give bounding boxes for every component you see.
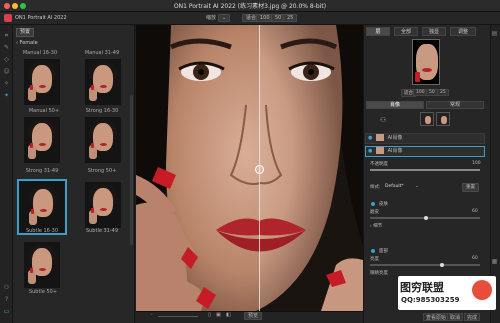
chevron-down-icon[interactable]: ⌄ [415, 184, 419, 189]
skin-toggle-icon[interactable] [371, 202, 375, 206]
smooth-value: 60 [472, 209, 478, 214]
preset-label: Manual 50+ [28, 108, 60, 114]
smooth-label: 磨皮 [370, 210, 379, 215]
watermark-line1: 图穷联盟 [400, 281, 444, 294]
preset-label: Subtle 31-49 [85, 228, 119, 234]
face-thumb[interactable] [436, 112, 450, 126]
reset-button[interactable]: 重置 [462, 183, 479, 192]
layers-icon[interactable]: ▦ [491, 258, 498, 265]
visibility-icon[interactable]: ● [366, 148, 372, 154]
face-brightness-slider[interactable] [370, 263, 480, 267]
panel-toggle-icon[interactable]: ▭ [3, 308, 10, 315]
opacity-value: 100 [472, 161, 481, 166]
cancel-button[interactable]: 取消 [447, 313, 464, 321]
flame-logo-icon [472, 280, 492, 300]
layer-thumbnail [375, 134, 384, 141]
preset-label: Manual 31-49 [84, 50, 120, 56]
face-detect-icon[interactable]: ⚇ [380, 116, 386, 124]
divider-handle[interactable] [255, 165, 264, 174]
preset-label: Subtle 16-30 [25, 228, 59, 234]
zoom-selector[interactable]: ⌄ [218, 14, 231, 22]
detail-expander[interactable]: › 细节 [370, 223, 382, 229]
app-name: ON1 Portrait AI 2022 [15, 15, 67, 21]
style-label: 样式: [370, 185, 381, 190]
compare-icon[interactable]: ▯ [208, 312, 211, 320]
face-brightness-label: 亮度 [370, 257, 379, 262]
face-section-label: 面部 [379, 249, 388, 254]
skin-section-label: 皮肤 [379, 202, 388, 207]
presets-scrollbar[interactable] [130, 95, 133, 245]
tab-layers[interactable]: 层 [366, 27, 390, 36]
preset-label: Subtle 50+ [28, 289, 58, 295]
split-view-icon[interactable]: ◧ [226, 312, 231, 320]
navigator-thumbnail[interactable] [412, 39, 440, 85]
preset-thumbnail[interactable] [24, 117, 60, 163]
tab-all[interactable]: 全部 [394, 27, 418, 36]
eraser-icon[interactable]: ◇ [3, 56, 10, 63]
zoom-25-button[interactable]: 25 [283, 14, 298, 22]
preset-thumbnail[interactable] [85, 182, 121, 228]
preset-thumbnail[interactable] [24, 242, 60, 288]
tab-adjust[interactable]: 调整 [450, 27, 476, 36]
preset-label: Manual 16-30 [22, 50, 58, 56]
preset-thumbnail-selected[interactable] [17, 179, 67, 235]
window-title: ON1 Portrait AI 2022 (练习素材3.jpg @ 20.0% … [173, 3, 327, 10]
brush-icon[interactable]: ✎ [3, 44, 10, 51]
visibility-icon[interactable]: ● [366, 135, 372, 141]
layer-label: AI肖像 [387, 135, 403, 141]
portrait-image [136, 25, 363, 311]
face-icon[interactable]: ☺ [3, 68, 10, 75]
face-brightness-value: 60 [472, 256, 478, 261]
image-canvas[interactable] [136, 25, 363, 311]
preset-label: Strong 31-49 [25, 168, 59, 174]
preset-thumbnail[interactable] [85, 59, 121, 105]
retouch-icon[interactable]: ✧ [3, 80, 10, 87]
layer-label: AI肖像 [387, 148, 403, 154]
hand-tool-icon[interactable]: ◦ [150, 312, 153, 320]
opacity-label: 不透明度 [370, 162, 388, 167]
smooth-slider[interactable] [370, 216, 480, 220]
show-original-button[interactable]: 查看原始 [423, 313, 450, 321]
zoom-label: 缩放 [206, 15, 217, 21]
slider-knob[interactable] [440, 263, 444, 267]
layer-row[interactable]: ● AI肖像 [365, 133, 485, 144]
preview-button[interactable]: 预览 [244, 312, 263, 320]
presets-tab[interactable]: 预置 [16, 28, 35, 37]
preset-thumbnail[interactable] [85, 117, 121, 163]
overlay-icon[interactable]: ▣ [216, 312, 221, 320]
preset-label: Strong 16-30 [85, 108, 119, 114]
opacity-slider[interactable] [370, 169, 480, 171]
tab-portrait[interactable]: 肖像 [366, 101, 424, 109]
eye-brightness-label: 眼睛亮度 [370, 271, 388, 276]
portrait-tool-icon[interactable]: ✦ [3, 92, 10, 99]
tab-general[interactable]: 常规 [426, 101, 484, 109]
tab-solo[interactable]: 独显 [422, 27, 446, 36]
done-button[interactable]: 完成 [464, 313, 481, 321]
layer-thumbnail [375, 147, 384, 154]
help-icon[interactable]: ? [3, 296, 10, 303]
watermark-line2: QQ:985303259 [401, 296, 460, 304]
slider-knob[interactable] [424, 216, 428, 220]
panel-icon[interactable]: ▤ [491, 30, 498, 37]
layer-row-active[interactable]: ● AI肖像 [365, 146, 485, 157]
preset-label: Strong 50+ [87, 168, 117, 174]
nav-25-button[interactable]: 25 [437, 89, 449, 96]
crop-icon[interactable]: ⌗ [3, 32, 10, 39]
style-dropdown[interactable]: Default* [385, 184, 404, 189]
face-thumb[interactable] [420, 112, 434, 126]
face-toggle-icon[interactable] [371, 249, 375, 253]
preset-category[interactable]: ‹ Female [16, 40, 38, 46]
detail-label: 细节 [373, 224, 383, 229]
zoom-slider[interactable] [158, 316, 198, 317]
people-icon[interactable]: ⚇ [3, 284, 10, 291]
app-logo-icon [4, 14, 12, 22]
preset-thumbnail[interactable] [24, 59, 60, 105]
nav-50-button[interactable]: 50 [426, 89, 438, 96]
